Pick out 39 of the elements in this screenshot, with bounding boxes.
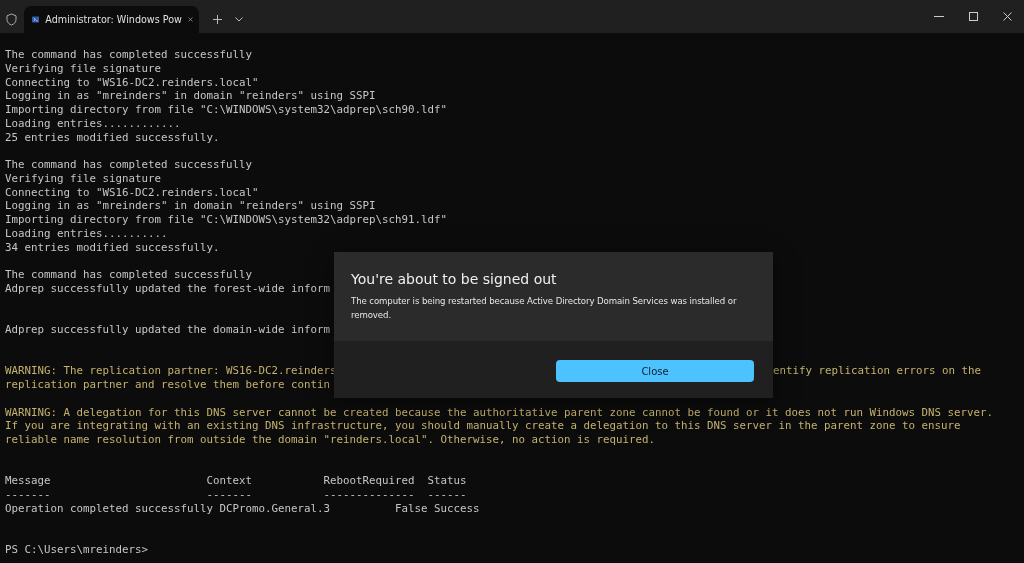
powershell-icon	[32, 14, 40, 25]
close-icon[interactable]	[1002, 12, 1012, 21]
terminal-line: ------- ------- -------------- ------	[5, 488, 467, 502]
maximize-icon[interactable]	[968, 12, 978, 21]
terminal-line: 34 entries modified successfully.	[5, 240, 220, 255]
close-icon[interactable]	[187, 15, 193, 24]
terminal-line: Adprep successfully updated the forest-wide inform	[5, 281, 330, 296]
terminal-line: Message Context RebootRequired Status	[5, 474, 467, 488]
shield-icon	[5, 13, 17, 26]
terminal-line: Loading entries..........	[5, 226, 168, 241]
terminal-line: 25 entries modified successfully.	[5, 130, 220, 145]
close-button[interactable]: Close	[556, 360, 754, 382]
terminal-line: If you are integrating with an existing DNS infrastructure, you should manually create a delegation to this DNS server in the parent zone to ensure	[5, 419, 961, 433]
terminal-line: Connecting to "WS16-DC2.reinders.local"	[5, 185, 259, 200]
plus-icon[interactable]	[212, 15, 222, 24]
terminal-line: WARNING: A delegation for this DNS server cannot be created because the authoritative parent zone cannot be found or it does not run Windows DNS server.	[5, 405, 994, 420]
terminal-line: entify replication errors on the	[773, 364, 981, 378]
chevron-down-icon[interactable]	[235, 17, 243, 22]
terminal-line: reliable name resolution from outside the domain "reinders.local". Otherwise, no action is required.	[5, 433, 656, 447]
terminal-line: Connecting to "WS16-DC2.reinders.local"	[5, 75, 259, 90]
terminal-line: Importing directory from file "C:\WINDOWS\system32\adprep\sch91.ldf"	[5, 213, 448, 227]
terminal-line: Verifying file signature	[5, 171, 161, 186]
terminal-line: Loading entries............	[5, 116, 181, 131]
terminal-line: WARNING: The replication partner: WS16-DC2.reinders	[5, 364, 337, 378]
terminal-line: replication partner and resolve them before contin	[5, 378, 330, 392]
terminal-tab[interactable]: Administrator: Windows Pow	[24, 6, 199, 33]
terminal-line: Verifying file signature	[5, 61, 161, 76]
dialog-message: The computer is being restarted because Active Directory Domain Services was installed or removed.	[351, 295, 738, 322]
terminal-line: Operation completed successfully DCPromo.General.3 False Success	[5, 501, 480, 516]
terminal-line: The command has completed successfully	[5, 48, 252, 62]
terminal-line: Logging in as "mreinders" in domain "reinders" using SSPI	[5, 89, 376, 103]
terminal-line: Importing directory from file "C:\WINDOWS\system32\adprep\sch90.ldf"	[5, 103, 448, 117]
tab-title: Administrator: Windows Pow	[45, 14, 182, 25]
terminal-line: The command has completed successfully	[5, 158, 252, 172]
terminal-line: The command has completed successfully	[5, 268, 252, 282]
terminal-line: Adprep successfully updated the domain-wide inform	[5, 323, 330, 337]
terminal-line: PS C:\Users\mreinders>	[5, 543, 148, 557]
terminal-line: Logging in as "mreinders" in domain "reinders" using SSPI	[5, 199, 376, 213]
dialog-title: You're about to be signed out	[351, 271, 558, 287]
